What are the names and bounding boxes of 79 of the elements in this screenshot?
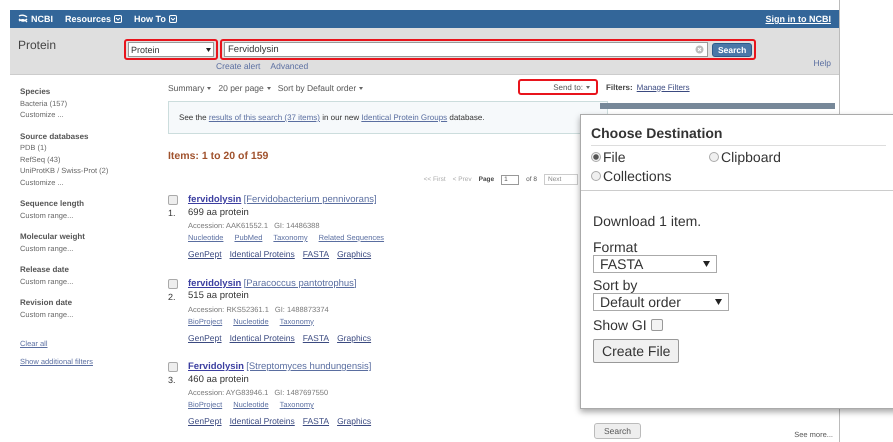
tool-link[interactable]: FASTA [302, 332, 330, 344]
organism-link[interactable]: [Paracoccus pantotrophus] [244, 278, 357, 288]
display-menu[interactable]: Sort by Default order [278, 83, 364, 93]
caret-icon [266, 86, 271, 90]
chevron-icon [114, 15, 122, 23]
clear-icon[interactable] [695, 45, 704, 54]
caret-icon [586, 86, 590, 88]
dropdown-arrow-icon [206, 48, 211, 52]
result-number: 2. [168, 292, 176, 302]
organism-link[interactable]: [Streptomyces hundungensis] [246, 361, 372, 372]
format-dropdown[interactable]: FASTA [593, 255, 717, 273]
tool-link[interactable]: GenPept [188, 248, 222, 260]
filters-label: Filters: [606, 82, 633, 92]
notice-text: See the results of this search (37 items) in our new Identical Protein Groups database. [179, 113, 485, 122]
resource-menu[interactable]: Resources [65, 14, 122, 24]
sort-label: Sort by [593, 277, 638, 293]
ncbi-logo[interactable]: NCBI [18, 14, 53, 24]
protein-length: 515 aa protein [188, 290, 250, 302]
destination-radio[interactable]: Collections [591, 168, 709, 184]
result-checkbox[interactable] [168, 362, 178, 372]
sort-dropdown[interactable]: Default order [593, 293, 729, 311]
logo-text: NCBI [31, 14, 53, 24]
filter-heading: Molecular weight [20, 231, 86, 242]
search-button[interactable]: Search [594, 423, 641, 439]
filter-heading: Sequence length [20, 198, 86, 210]
caret-icon [207, 86, 212, 90]
tool-link[interactable]: Graphics [337, 332, 372, 344]
download-text: Download 1 item. [593, 213, 702, 229]
help-link[interactable]: Help [814, 58, 831, 68]
tool-link[interactable]: FASTA [302, 415, 330, 428]
tool-link[interactable]: Graphics [337, 248, 372, 260]
filter-heading: Species [20, 86, 52, 98]
chevron-icon [168, 15, 177, 23]
helix-icon [18, 14, 28, 24]
search-option-link[interactable]: Create alert [216, 61, 260, 71]
tool-link[interactable]: Identical Proteins [230, 248, 295, 260]
search-option-link[interactable]: Advanced [270, 61, 308, 71]
result-checkbox[interactable] [168, 278, 178, 288]
filter-heading: Source databases [20, 130, 90, 142]
display-menu[interactable]: 20 per page [218, 83, 271, 93]
resource-menu[interactable]: How To [134, 14, 177, 24]
create-file-button[interactable]: Create File [593, 339, 680, 363]
dropdown-arrow-icon [715, 299, 722, 305]
destination-radio[interactable]: File [591, 149, 709, 165]
result-number: 1. [168, 208, 176, 218]
display-menu[interactable]: Summary [168, 83, 212, 93]
sign-in-link[interactable]: Sign in to NCBI [766, 14, 831, 24]
tool-link[interactable]: GenPept [188, 332, 222, 344]
dropdown-arrow-icon [703, 261, 710, 267]
filter-heading: Revision date [20, 297, 74, 308]
protein-length: 460 aa protein [188, 374, 250, 386]
result-number: 3. [168, 375, 176, 385]
result-title-link[interactable]: fervidolysin [188, 194, 242, 205]
popup-title: Choose Destination [591, 125, 886, 146]
tool-link[interactable]: FASTA [302, 248, 330, 260]
tool-link[interactable]: GenPept [188, 415, 222, 428]
database-dropdown[interactable]: Protein [128, 42, 214, 57]
format-label: Format [593, 239, 638, 255]
organism-link[interactable]: [Fervidobacterium pennivorans] [244, 194, 377, 205]
tool-link[interactable]: Identical Proteins [230, 415, 295, 428]
search-button[interactable]: Search [712, 42, 752, 56]
destination-radio[interactable]: Clipboard [709, 149, 889, 165]
send-to-menu[interactable]: Send to: [553, 82, 590, 92]
filter-heading: Release date [20, 264, 70, 276]
result-checkbox[interactable] [168, 195, 178, 205]
search-field[interactable]: Fervidolysin [224, 42, 708, 57]
database-title: Protein [18, 38, 58, 54]
items-heading: Items: 1 to 20 of 159 [168, 150, 268, 162]
tool-link[interactable]: Identical Proteins [230, 332, 295, 344]
protein-length: 699 aa protein [188, 206, 250, 219]
result-title-link[interactable]: Fervidolysin [188, 361, 244, 372]
manage-filters-link[interactable]: Manage Filters [636, 82, 690, 92]
result-title-link[interactable]: fervidolysin [188, 278, 242, 288]
tool-link[interactable]: Graphics [337, 415, 372, 428]
results-link[interactable]: results of this search (37 items) [208, 113, 320, 122]
groups-link[interactable]: Identical Protein Groups [361, 113, 448, 122]
show-gi-checkbox[interactable] [650, 319, 663, 331]
show-gi-label: Show GI [593, 317, 647, 333]
caret-icon [359, 86, 364, 90]
